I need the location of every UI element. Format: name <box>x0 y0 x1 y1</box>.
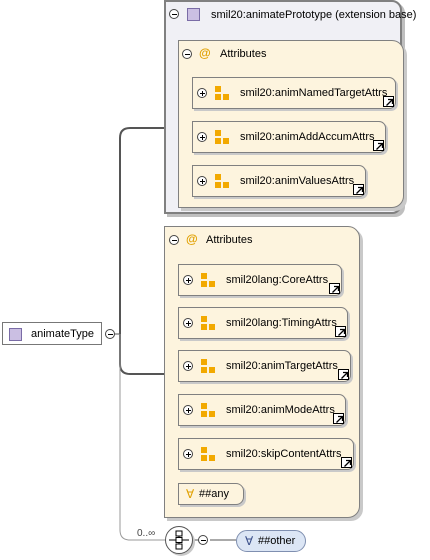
attribute-group-label: smil20:animModeAttrs <box>226 404 335 416</box>
expand-toggle[interactable] <box>197 176 207 186</box>
attribute-at-icon: @ <box>199 46 211 60</box>
attribute-group-label: smil20lang:TimingAttrs <box>226 317 337 329</box>
root-type-box[interactable]: animateType <box>2 322 102 345</box>
attribute-group-icon <box>201 447 215 461</box>
expand-toggle[interactable] <box>183 405 193 415</box>
attribute-group-icon <box>201 316 215 330</box>
attribute-group-icon <box>215 130 229 144</box>
reference-arrow-icon[interactable] <box>333 413 344 424</box>
attribute-group-icon <box>201 359 215 373</box>
reference-arrow-icon[interactable] <box>329 283 340 294</box>
attribute-group-label: smil20lang:CoreAttrs <box>226 274 329 286</box>
sequence-compositor[interactable] <box>165 526 193 554</box>
attribute-group-item[interactable]: smil20:animNamedTargetAttrs <box>192 77 396 109</box>
reference-arrow-icon[interactable] <box>335 326 346 337</box>
other-element-label: ##other <box>258 535 296 547</box>
attribute-group-item[interactable]: smil20lang:CoreAttrs <box>178 264 342 296</box>
attribute-group-item[interactable]: smil20:animModeAttrs <box>178 394 346 426</box>
attribute-group-item[interactable]: smil20:animValuesAttrs <box>192 165 366 197</box>
root-collapse-toggle[interactable] <box>105 329 115 339</box>
expand-toggle[interactable] <box>183 361 193 371</box>
any-element-wildcard[interactable]: ∀ ##other <box>236 530 306 552</box>
attribute-group-item[interactable]: smil20:skipContentAttrs <box>178 438 354 470</box>
expand-toggle[interactable] <box>197 132 207 142</box>
extension-collapse-toggle[interactable] <box>169 9 179 19</box>
attribute-group-label: smil20:animAddAccumAttrs <box>240 131 375 143</box>
attribute-group-item[interactable]: smil20:animAddAccumAttrs <box>192 121 386 153</box>
sequence-icon <box>169 530 189 550</box>
reference-arrow-icon[interactable] <box>373 140 384 151</box>
sequence-collapse-toggle[interactable] <box>198 535 208 545</box>
reference-arrow-icon[interactable] <box>338 369 349 380</box>
complex-type-icon <box>187 8 200 21</box>
expand-toggle[interactable] <box>197 88 207 98</box>
attribute-at-icon: @ <box>186 232 198 246</box>
extension-title: smil20:animatePrototype (extension base) <box>211 9 417 21</box>
any-attribute-wildcard[interactable]: ∀ ##any <box>178 483 244 505</box>
complex-type-icon <box>9 328 22 341</box>
attributes-toggle[interactable] <box>169 235 179 245</box>
wildcard-icon: ∀ <box>245 534 254 548</box>
any-attribute-label: ##any <box>199 488 229 500</box>
attribute-group-icon <box>201 403 215 417</box>
expand-toggle[interactable] <box>183 275 193 285</box>
attribute-group-label: smil20:animTargetAttrs <box>226 360 338 372</box>
wildcard-icon: ∀ <box>186 487 195 501</box>
attribute-group-label: smil20:animValuesAttrs <box>240 175 355 187</box>
root-type-label: animateType <box>31 328 94 340</box>
reference-arrow-icon[interactable] <box>341 457 352 468</box>
expand-toggle[interactable] <box>183 449 193 459</box>
attribute-group-item[interactable]: smil20:animTargetAttrs <box>178 350 351 382</box>
extension-attributes-label: Attributes <box>220 48 267 60</box>
extension-attributes-toggle[interactable] <box>182 49 192 59</box>
reference-arrow-icon[interactable] <box>353 184 364 195</box>
sequence-cardinality: 0..∞ <box>137 528 156 539</box>
attribute-group-icon <box>215 174 229 188</box>
attribute-group-item[interactable]: smil20lang:TimingAttrs <box>178 307 348 339</box>
attributes-label: Attributes <box>206 234 253 246</box>
attribute-group-label: smil20:animNamedTargetAttrs <box>240 87 388 99</box>
reference-arrow-icon[interactable] <box>383 96 394 107</box>
attribute-group-icon <box>201 273 215 287</box>
attribute-group-label: smil20:skipContentAttrs <box>226 448 342 460</box>
attribute-group-icon <box>215 86 229 100</box>
expand-toggle[interactable] <box>183 318 193 328</box>
